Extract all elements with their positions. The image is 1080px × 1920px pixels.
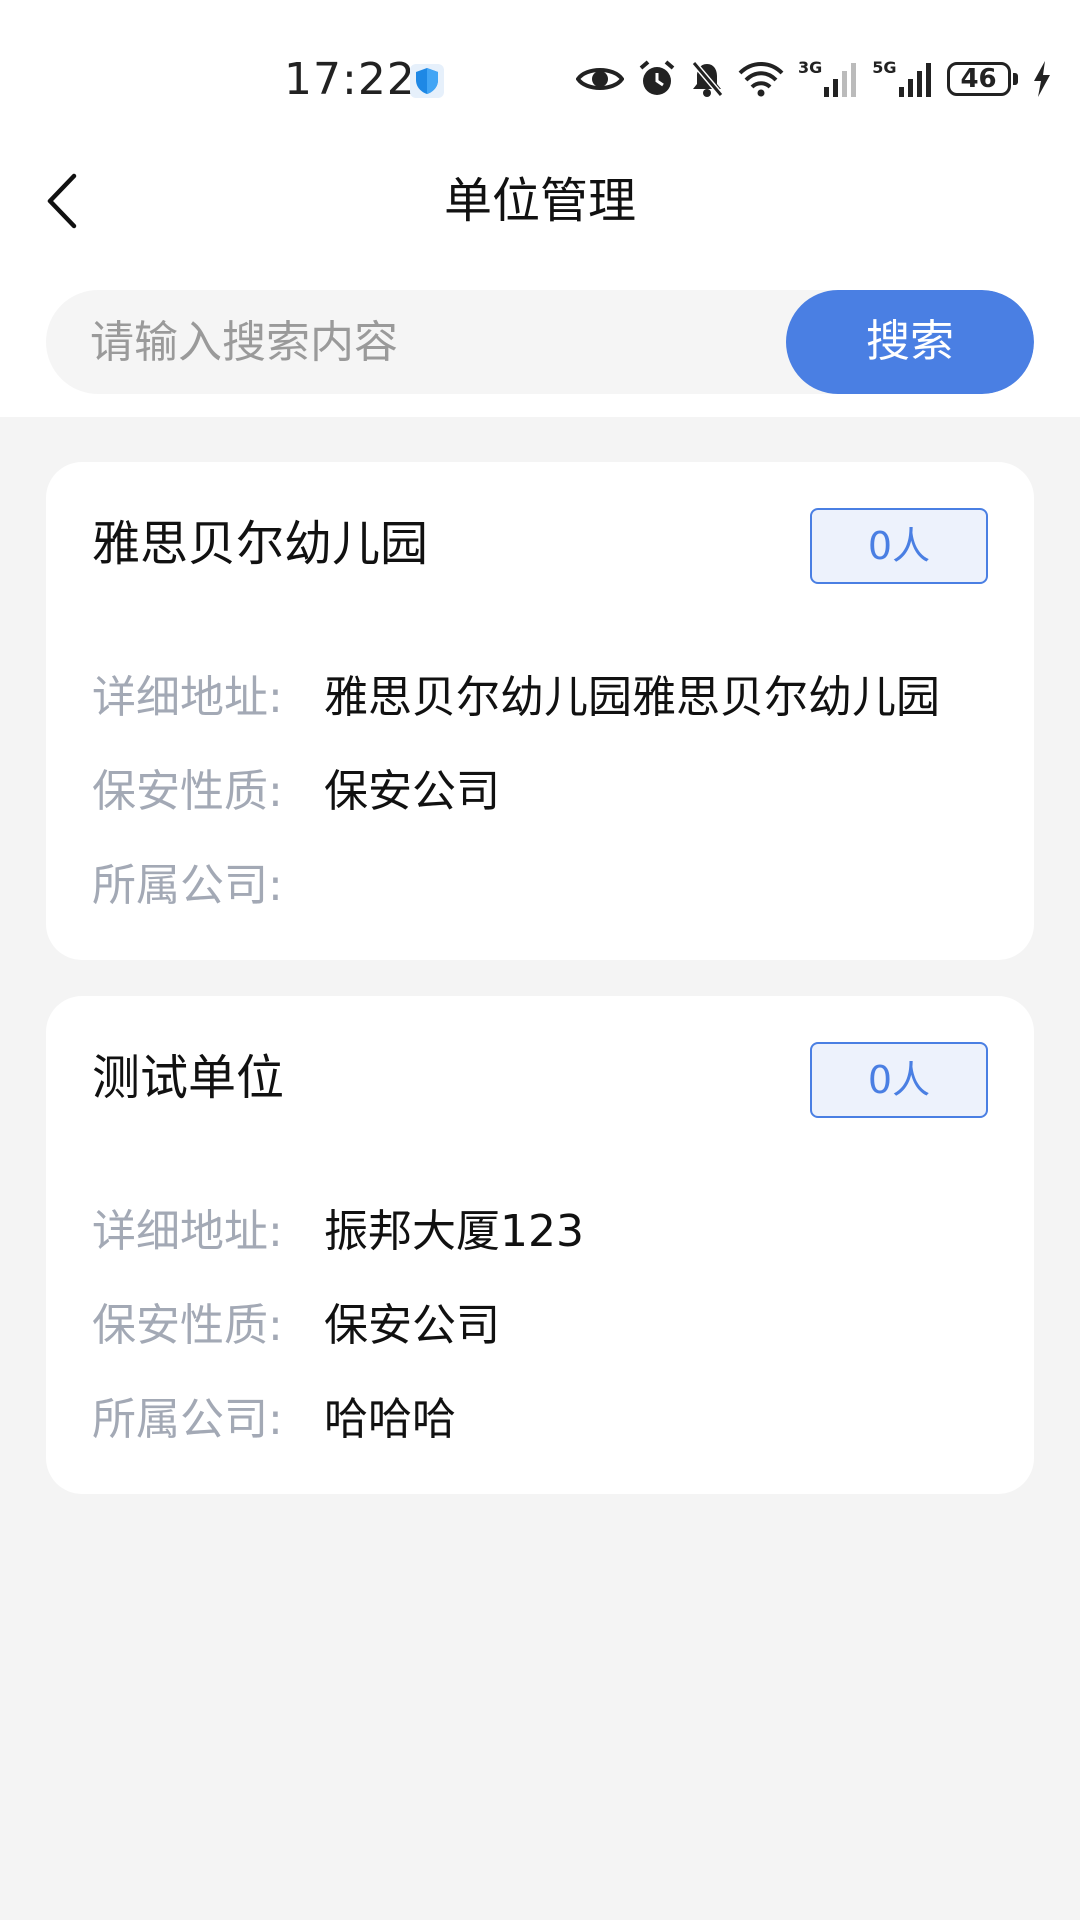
address-row: 详细地址: 振邦大厦123 bbox=[92, 1202, 992, 1262]
wifi-icon bbox=[738, 61, 784, 97]
unit-name: 测试单位 bbox=[92, 1050, 285, 1106]
address-row: 详细地址: 雅思贝尔幼儿园雅思贝尔幼儿园 bbox=[92, 668, 992, 728]
signal-3g-icon: 3G bbox=[798, 58, 858, 97]
company-row: 所属公司: 哈哈哈 bbox=[92, 1390, 992, 1450]
status-icons: 3G 5G 46 bbox=[576, 54, 1066, 104]
nature-value: 保安公司 bbox=[324, 766, 500, 817]
address-value: 雅思贝尔幼儿园雅思贝尔幼儿园 bbox=[324, 672, 940, 723]
status-time: 17:22 bbox=[284, 54, 416, 105]
battery-icon: 46 bbox=[946, 62, 1018, 96]
shield-icon bbox=[410, 64, 444, 98]
address-label: 详细地址: bbox=[92, 672, 283, 723]
signal-5g-icon: 5G bbox=[872, 58, 932, 97]
company-label: 所属公司: bbox=[92, 860, 283, 911]
company-label: 所属公司: bbox=[92, 1394, 283, 1445]
search-bar: 搜索 bbox=[46, 290, 1034, 394]
personnel-count-badge: 0人 bbox=[810, 508, 988, 584]
status-bar: 17:22 3G 5G 46 bbox=[0, 0, 1080, 140]
address-label: 详细地址: bbox=[92, 1206, 283, 1257]
nature-row: 保安性质: 保安公司 bbox=[92, 762, 992, 822]
nature-label: 保安性质: bbox=[92, 1300, 283, 1351]
unit-card[interactable]: 雅思贝尔幼儿园 0人 详细地址: 雅思贝尔幼儿园雅思贝尔幼儿园 保安性质: 保安… bbox=[46, 462, 1034, 960]
search-button[interactable]: 搜索 bbox=[786, 290, 1034, 394]
nature-value: 保安公司 bbox=[324, 1300, 500, 1351]
nature-row: 保安性质: 保安公司 bbox=[92, 1296, 992, 1356]
unit-name: 雅思贝尔幼儿园 bbox=[92, 516, 429, 572]
search-input[interactable] bbox=[90, 290, 790, 394]
company-value: 哈哈哈 bbox=[324, 1394, 456, 1445]
page-title: 单位管理 bbox=[443, 173, 636, 229]
eye-icon bbox=[576, 64, 624, 94]
personnel-count-badge: 0人 bbox=[810, 1042, 988, 1118]
alarm-icon bbox=[638, 59, 676, 99]
nature-label: 保安性质: bbox=[92, 766, 283, 817]
unit-card[interactable]: 测试单位 0人 详细地址: 振邦大厦123 保安性质: 保安公司 所属公司: 哈… bbox=[46, 996, 1034, 1494]
company-row: 所属公司: bbox=[92, 856, 992, 916]
charging-icon bbox=[1032, 61, 1052, 97]
address-value: 振邦大厦123 bbox=[324, 1206, 584, 1257]
bell-off-icon bbox=[690, 60, 724, 98]
